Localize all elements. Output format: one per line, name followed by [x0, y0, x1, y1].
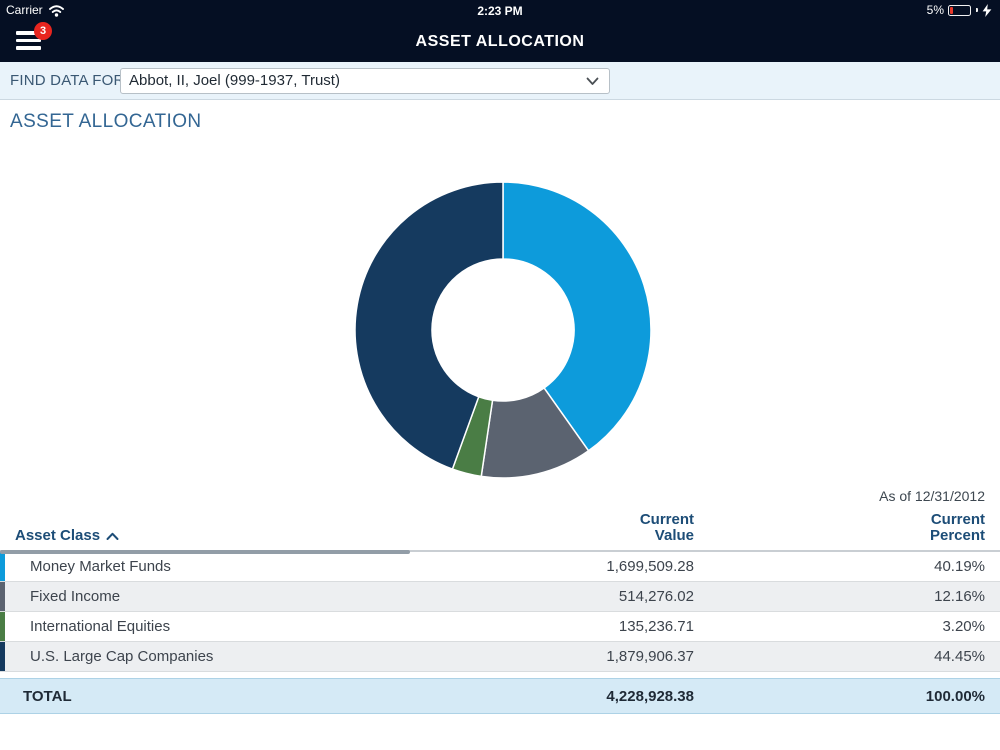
current-value: 1,879,906.37 [424, 648, 694, 665]
total-row: TOTAL 4,228,928.38 100.00% [0, 678, 1000, 714]
asset-class-name: Money Market Funds [5, 558, 424, 575]
asset-class-name: Fixed Income [5, 588, 424, 605]
current-percent: 12.16% [694, 588, 985, 605]
current-percent: 40.19% [694, 558, 985, 575]
account-select-value: Abbot, II, Joel (999-1937, Trust) [129, 72, 340, 89]
chevron-down-icon [586, 77, 599, 86]
table-header-row: Asset Class Current Value Current Percen… [0, 512, 1000, 552]
asset-allocation-screen: Carrier 2:23 PM 5% 3 ASSET ALLOCATION FI… [0, 0, 1000, 750]
current-value: 1,699,509.28 [424, 558, 694, 575]
column-header-current-percent[interactable]: Current Percent [694, 512, 985, 544]
page-title: ASSET ALLOCATION [10, 111, 202, 133]
table-row: Money Market Funds1,699,509.2840.19% [0, 552, 1000, 582]
sort-ascending-icon [106, 532, 119, 541]
asset-class-table: Asset Class Current Value Current Percen… [0, 512, 1000, 714]
find-data-label: FIND DATA FOR [10, 62, 125, 99]
clock-label: 2:23 PM [0, 4, 1000, 18]
current-percent: 44.45% [694, 648, 985, 665]
table-row: International Equities135,236.713.20% [0, 612, 1000, 642]
battery-percent-label: 5% [927, 3, 944, 17]
battery-nub [976, 8, 978, 12]
sorted-column-underline [0, 550, 410, 554]
total-percent: 100.00% [694, 688, 985, 705]
asset-class-name: International Equities [5, 618, 424, 635]
current-value: 135,236.71 [424, 618, 694, 635]
asset-class-name: U.S. Large Cap Companies [5, 648, 424, 665]
current-percent: 3.20% [694, 618, 985, 635]
status-right: 5% [927, 3, 992, 17]
as-of-date: As of 12/31/2012 [879, 488, 985, 504]
table-row: Fixed Income514,276.0212.16% [0, 582, 1000, 612]
find-data-bar: FIND DATA FOR Abbot, II, Joel (999-1937,… [0, 62, 1000, 100]
table-row: U.S. Large Cap Companies1,879,906.3744.4… [0, 642, 1000, 672]
total-label: TOTAL [5, 688, 424, 705]
nav-title: ASSET ALLOCATION [0, 33, 1000, 51]
current-value: 514,276.02 [424, 588, 694, 605]
total-value: 4,228,928.38 [424, 688, 694, 705]
battery-icon [948, 5, 971, 16]
account-select[interactable]: Abbot, II, Joel (999-1937, Trust) [120, 68, 610, 94]
charging-bolt-icon [982, 4, 992, 17]
column-header-current-value[interactable]: Current Value [424, 512, 694, 544]
top-bar: Carrier 2:23 PM 5% 3 ASSET ALLOCATION [0, 0, 1000, 62]
asset-table-body: Money Market Funds1,699,509.2840.19%Fixe… [0, 552, 1000, 672]
asset-allocation-donut-chart [353, 180, 653, 480]
column-header-asset-class[interactable]: Asset Class [5, 527, 424, 544]
